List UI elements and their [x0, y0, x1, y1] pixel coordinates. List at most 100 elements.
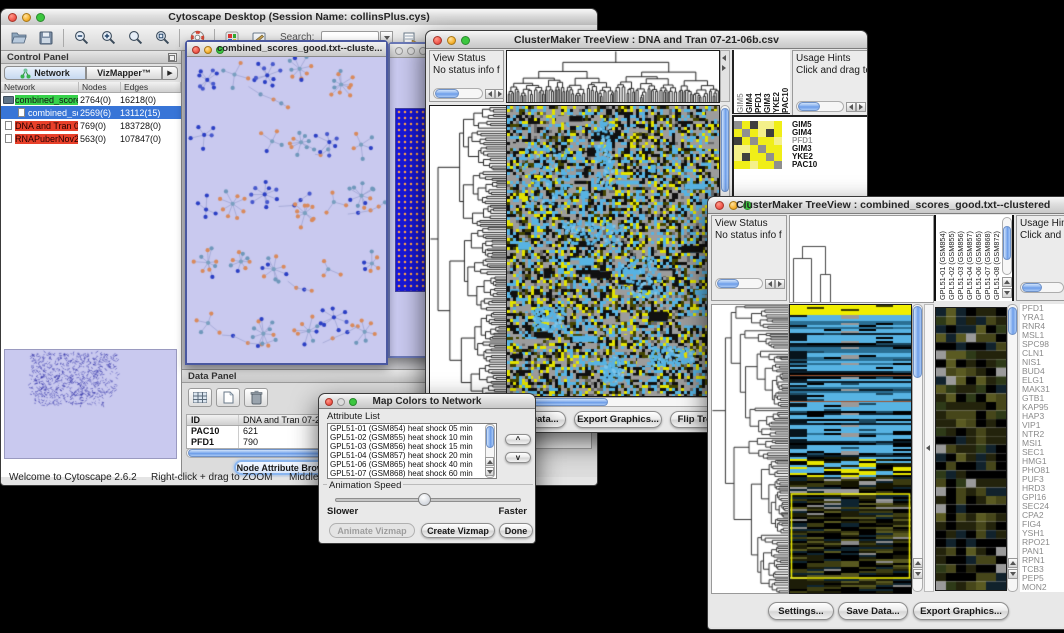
- export-graphics-button[interactable]: Export Graphics...: [913, 602, 1009, 620]
- save-data-button[interactable]: Save Data...: [838, 602, 908, 620]
- column-header-network[interactable]: Network: [1, 82, 79, 92]
- network-row[interactable]: combined_scores 2764(0) 16218(0): [1, 93, 181, 106]
- column-scroll-strip[interactable]: [720, 50, 730, 102]
- adjacency-matrix-view[interactable]: [395, 108, 426, 292]
- column-dendrogram[interactable]: [506, 50, 720, 103]
- attribute-item[interactable]: GPL51-03 (GSM856) heat shock 15 min: [328, 442, 496, 451]
- column-dendrogram[interactable]: [789, 215, 934, 303]
- export-graphics-button[interactable]: Export Graphics...: [574, 411, 662, 428]
- float-panel-icon[interactable]: [168, 53, 177, 62]
- column-label[interactable]: GPL51-03 (GSM856): [956, 216, 965, 300]
- mini-correlation-heatmap[interactable]: [734, 121, 782, 169]
- minimize-button[interactable]: [204, 46, 212, 54]
- column-label[interactable]: GIM3: [763, 50, 772, 113]
- minimize-button[interactable]: [407, 47, 415, 55]
- heatmap-hscrollbar[interactable]: [506, 397, 720, 407]
- attribute-list-scrollbar[interactable]: [485, 424, 495, 478]
- scroll-up-button[interactable]: [1002, 277, 1012, 287]
- network-overview-thumbnail[interactable]: [4, 349, 177, 459]
- done-button[interactable]: Done: [499, 523, 533, 538]
- attribute-item[interactable]: GPL51-04 (GSM857) heat shock 20 min: [328, 451, 496, 460]
- gene-label[interactable]: MON2: [1022, 583, 1064, 592]
- scroll-thumb[interactable]: [721, 108, 729, 192]
- scroll-thumb[interactable]: [435, 89, 459, 98]
- new-attribute-button[interactable]: [216, 388, 240, 407]
- dialog-titlebar[interactable]: Map Colors to Network: [319, 394, 535, 409]
- scroll-up-button[interactable]: [913, 558, 923, 568]
- zoom-in-button[interactable]: [98, 28, 118, 47]
- scroll-down-button[interactable]: [1008, 569, 1018, 579]
- scroll-thumb[interactable]: [717, 279, 739, 288]
- close-button[interactable]: [192, 46, 200, 54]
- scroll-right-button[interactable]: [775, 279, 785, 289]
- id-column-header[interactable]: ID: [187, 415, 239, 425]
- attribute-list[interactable]: GPL51-01 (GSM854) heat shock 05 minGPL51…: [327, 423, 497, 479]
- delete-attribute-button[interactable]: [244, 388, 268, 407]
- zoom-fit-button[interactable]: [125, 28, 145, 47]
- column-label[interactable]: GPL51-01 (GSM854): [938, 216, 947, 300]
- animate-vizmap-button[interactable]: Animate Vizmap: [329, 523, 415, 538]
- scroll-up-button[interactable]: [1008, 558, 1018, 568]
- status-scrollbar[interactable]: [433, 88, 483, 99]
- scroll-left-button[interactable]: [846, 102, 856, 112]
- grid-view-button[interactable]: [188, 388, 212, 407]
- tab-vizmapper[interactable]: VizMapper™: [86, 66, 162, 80]
- scroll-left-button[interactable]: [765, 279, 775, 289]
- move-up-button[interactable]: ^: [505, 434, 531, 445]
- row-dendrogram[interactable]: [711, 304, 789, 594]
- scroll-thumb[interactable]: [798, 102, 820, 111]
- settings-button[interactable]: Settings...: [768, 602, 834, 620]
- detail-heatmap[interactable]: [935, 307, 1007, 591]
- open-session-button[interactable]: [9, 28, 29, 47]
- attribute-item[interactable]: GPL51-02 (GSM855) heat shock 10 min: [328, 433, 496, 442]
- column-label[interactable]: GPL51-02 (GSM855): [947, 216, 956, 300]
- scroll-thumb[interactable]: [913, 306, 922, 378]
- save-session-button[interactable]: [36, 28, 56, 47]
- network-row[interactable]: DNA and Tran 07 769(0) 183728(0): [1, 119, 181, 132]
- row-dendrogram[interactable]: [429, 105, 507, 397]
- column-label[interactable]: GPL51-06 (GSM865): [974, 216, 983, 300]
- zoom-out-button[interactable]: [71, 28, 91, 47]
- column-label[interactable]: GIM4: [745, 50, 754, 113]
- column-label[interactable]: GPL51-04 (GSM857): [965, 216, 974, 300]
- scroll-up-button[interactable]: [485, 457, 494, 466]
- heatmap-canvas[interactable]: [506, 105, 720, 397]
- scroll-left-button[interactable]: [485, 89, 495, 99]
- column-label[interactable]: PAC10: [781, 50, 790, 113]
- scroll-down-button[interactable]: [913, 569, 923, 579]
- zoom-selected-button[interactable]: [152, 28, 172, 47]
- hints-scrollbar[interactable]: [796, 101, 844, 112]
- network-row[interactable]: RNAPuberNov2+ 563(0) 107847(0): [1, 132, 181, 145]
- column-label[interactable]: GIM5: [736, 50, 745, 113]
- column-label[interactable]: GPL51-07 (GSM868): [983, 216, 992, 300]
- scroll-down-button[interactable]: [485, 467, 494, 476]
- column-header-nodes[interactable]: Nodes: [79, 82, 121, 92]
- row-label[interactable]: PAC10: [792, 161, 868, 169]
- splitter-strip[interactable]: [924, 304, 934, 592]
- attribute-item[interactable]: GPL51-01 (GSM854) heat shock 05 min: [328, 424, 496, 433]
- attribute-item[interactable]: GPL51-07 (GSM868) heat shock 60 min: [328, 469, 496, 478]
- tab-overflow-button[interactable]: ▶: [162, 66, 178, 80]
- slider-thumb[interactable]: [418, 493, 431, 506]
- scroll-thumb[interactable]: [486, 426, 494, 448]
- close-button[interactable]: [395, 47, 403, 55]
- scroll-thumb[interactable]: [1003, 226, 1011, 260]
- close-button[interactable]: [715, 201, 724, 210]
- scroll-thumb[interactable]: [1008, 307, 1017, 335]
- column-label[interactable]: PFD1: [754, 50, 763, 113]
- column-header-edges[interactable]: Edges: [121, 82, 181, 92]
- scroll-thumb[interactable]: [1022, 283, 1042, 292]
- tab-network[interactable]: Network: [4, 66, 86, 80]
- status-scrollbar[interactable]: [715, 278, 763, 289]
- scroll-right-button[interactable]: [856, 102, 866, 112]
- treeview1-titlebar[interactable]: ClusterMaker TreeView : DNA and Tran 07-…: [426, 31, 867, 49]
- network1-titlebar[interactable]: combined_scores_good.txt--cluste...: [187, 42, 386, 57]
- column-label[interactable]: GPL51-08 (GSM872): [992, 216, 1001, 300]
- scroll-right-button[interactable]: [495, 89, 504, 99]
- scroll-down-button[interactable]: [1002, 288, 1012, 298]
- heatmap-canvas[interactable]: [789, 304, 912, 594]
- labels-vscrollbar[interactable]: [1002, 217, 1012, 275]
- gene-list-vscrollbar[interactable]: [1007, 304, 1018, 592]
- main-titlebar[interactable]: Cytoscape Desktop (Session Name: collins…: [1, 9, 597, 26]
- network-view-canvas[interactable]: [187, 57, 386, 363]
